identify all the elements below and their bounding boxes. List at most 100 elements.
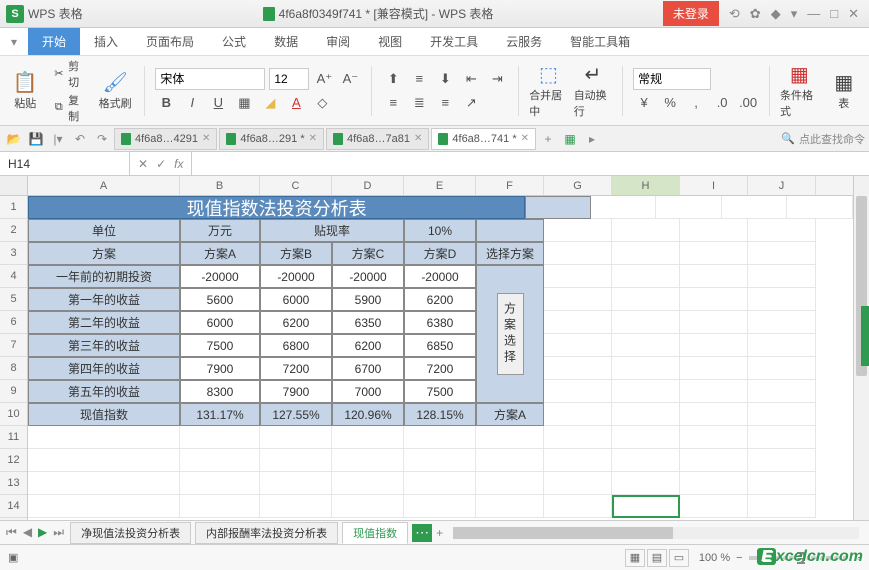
cell[interactable] (612, 265, 680, 288)
col-header[interactable]: B (180, 176, 260, 195)
favorite-icon[interactable]: |▾ (48, 129, 68, 149)
cell[interactable] (612, 403, 680, 426)
prev-sheet-icon[interactable]: ◀ (21, 525, 34, 540)
cell[interactable] (748, 495, 816, 518)
cell[interactable]: 方案 (28, 242, 180, 265)
zoom-level[interactable]: 100 % (699, 552, 730, 564)
cell[interactable]: 方案A (180, 242, 260, 265)
cell[interactable] (544, 311, 612, 334)
tab-insert[interactable]: 插入 (80, 28, 132, 55)
plan-select-button[interactable]: 方案选择 (497, 293, 524, 375)
cell[interactable] (612, 311, 680, 334)
cut-button[interactable]: ✂剪切 (51, 58, 90, 90)
tab-start[interactable]: 开始 (28, 28, 80, 55)
sheet-tab[interactable]: 内部报酬率法投资分析表 (195, 522, 338, 544)
col-header[interactable]: E (404, 176, 476, 195)
cell[interactable]: 一年前的初期投资 (28, 265, 180, 288)
cell[interactable]: 127.55% (260, 403, 332, 426)
doc-tab-1[interactable]: 4f6a8…4291✕ (114, 128, 217, 150)
cell[interactable]: 6000 (180, 311, 260, 334)
cell[interactable] (180, 472, 260, 495)
cell[interactable] (544, 219, 612, 242)
row-header[interactable]: 6 (0, 311, 27, 334)
cell[interactable] (260, 472, 332, 495)
cell[interactable]: 6200 (404, 288, 476, 311)
cell[interactable] (544, 403, 612, 426)
row-header[interactable]: 8 (0, 357, 27, 380)
cell[interactable] (28, 472, 180, 495)
cell[interactable]: 选择方案 (476, 242, 544, 265)
cell[interactable] (612, 334, 680, 357)
currency-button[interactable]: ¥ (633, 92, 655, 114)
cell[interactable] (748, 449, 816, 472)
tab-review[interactable]: 审阅 (312, 28, 364, 55)
cell[interactable] (612, 219, 680, 242)
add-sheet-button[interactable]: + (436, 526, 443, 540)
cell[interactable] (748, 288, 816, 311)
cell[interactable] (680, 403, 748, 426)
doc-tab-4[interactable]: 4f6a8…741 *✕ (431, 128, 536, 150)
login-button[interactable]: 未登录 (663, 1, 719, 26)
col-header[interactable]: F (476, 176, 544, 195)
cell[interactable]: 6350 (332, 311, 404, 334)
cell[interactable] (404, 495, 476, 518)
close-button[interactable]: ✕ (848, 6, 859, 22)
cell[interactable]: 第一年的收益 (28, 288, 180, 311)
cell[interactable] (612, 357, 680, 380)
zoom-out-button[interactable]: − (736, 552, 742, 564)
last-sheet-icon[interactable]: ⏭ (51, 525, 66, 540)
cell[interactable]: 第五年的收益 (28, 380, 180, 403)
cell[interactable] (180, 426, 260, 449)
normal-view-button[interactable]: ▦ (625, 549, 645, 567)
cell[interactable] (748, 242, 816, 265)
row-header[interactable]: 2 (0, 219, 27, 242)
cell[interactable] (656, 196, 722, 219)
cell[interactable] (525, 196, 591, 219)
cells-area[interactable]: 现值指数法投资分析表 单位 万元 贴现率 10% 方案 方案A 方案B 方案C … (28, 196, 853, 518)
cell[interactable] (680, 426, 748, 449)
cell[interactable] (28, 426, 180, 449)
cell[interactable] (748, 265, 816, 288)
cell[interactable] (680, 219, 748, 242)
align-right-button[interactable]: ≡ (434, 92, 456, 114)
cell[interactable] (612, 380, 680, 403)
cell[interactable]: 现值指数 (28, 403, 180, 426)
align-left-button[interactable]: ≡ (382, 92, 404, 114)
paste-button[interactable]: 📋粘贴 (6, 62, 45, 120)
cell[interactable]: 6200 (260, 311, 332, 334)
font-color-button[interactable]: A (285, 92, 307, 114)
increase-decimal-button[interactable]: .00 (737, 92, 759, 114)
cell[interactable] (680, 449, 748, 472)
cell[interactable]: 方案C (332, 242, 404, 265)
cell[interactable] (680, 357, 748, 380)
cell[interactable]: 10% (404, 219, 476, 242)
tab-dev[interactable]: 开发工具 (416, 28, 492, 55)
vertical-scrollbar[interactable] (853, 176, 869, 520)
cell[interactable] (680, 311, 748, 334)
cell[interactable] (544, 426, 612, 449)
row-header[interactable]: 7 (0, 334, 27, 357)
cell[interactable]: 6800 (260, 334, 332, 357)
cell[interactable] (332, 472, 404, 495)
side-handle[interactable] (861, 306, 869, 366)
bold-button[interactable]: B (155, 92, 177, 114)
row-header[interactable]: 10 (0, 403, 27, 426)
cell[interactable] (476, 495, 544, 518)
cell[interactable] (404, 426, 476, 449)
name-box[interactable]: H14 (0, 152, 130, 175)
tab-view[interactable]: 视图 (364, 28, 416, 55)
decrease-font-button[interactable]: A⁻ (339, 68, 361, 90)
fill-color-button[interactable]: ◢ (259, 92, 281, 114)
tab-layout[interactable]: 页面布局 (132, 28, 208, 55)
horizontal-scrollbar[interactable] (453, 527, 859, 539)
cell[interactable] (722, 196, 788, 219)
cell[interactable]: 131.17% (180, 403, 260, 426)
page-view-button[interactable]: ▤ (647, 549, 667, 567)
cell[interactable] (544, 242, 612, 265)
cell[interactable] (404, 449, 476, 472)
tab-data[interactable]: 数据 (260, 28, 312, 55)
cell[interactable]: 6850 (404, 334, 476, 357)
settings-icon[interactable]: ✿ (750, 6, 761, 22)
cell[interactable]: -20000 (332, 265, 404, 288)
add-doc-button[interactable]: + (538, 129, 558, 149)
